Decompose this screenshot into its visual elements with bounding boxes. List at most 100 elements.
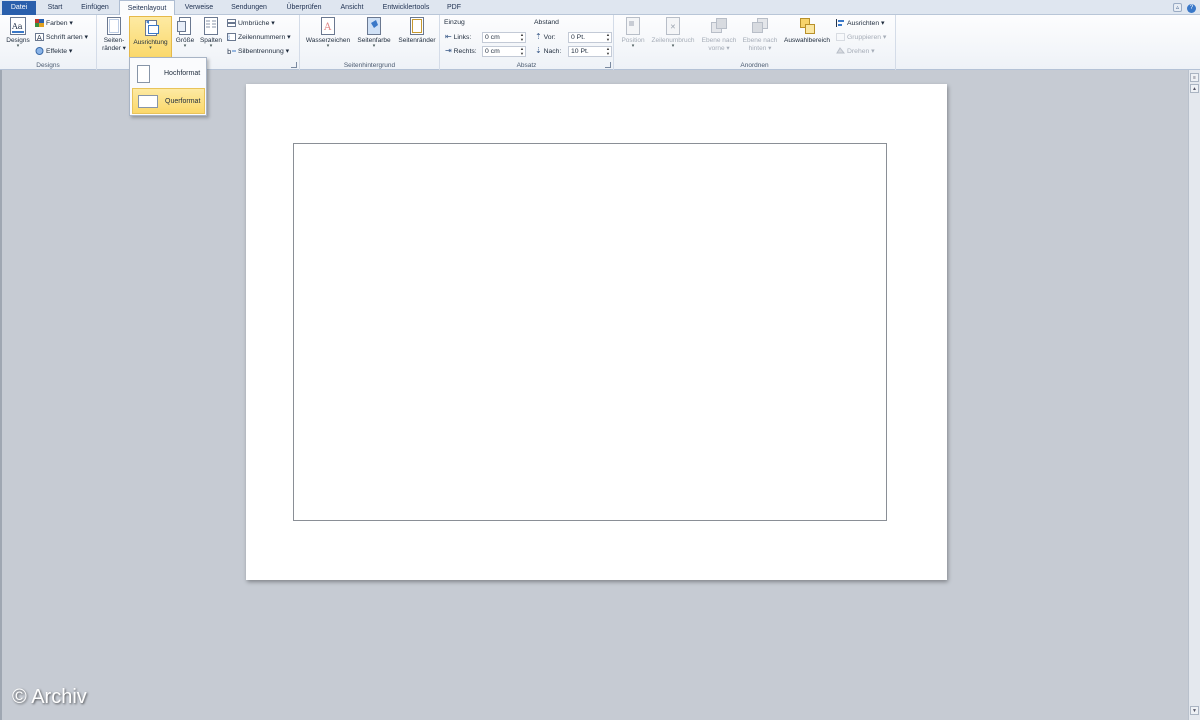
drehen-button[interactable]: Drehen ▾ (836, 46, 875, 57)
auswahlbereich-label: Auswahlbereich (784, 37, 830, 44)
seitenraender-button[interactable]: Seiten- ränder ▾ (101, 17, 127, 52)
groesse-button[interactable]: Größe ▾ (174, 17, 196, 49)
chevron-down-icon: ▾ (183, 43, 187, 49)
text-area-boundary[interactable] (293, 143, 887, 521)
menu-item-querformat[interactable]: Querformat (132, 88, 205, 114)
position-button[interactable]: Position ▾ (618, 17, 648, 49)
spalten-button[interactable]: Spalten ▾ (198, 17, 224, 49)
spinner-icon[interactable]: ▲ ▼ (606, 32, 610, 42)
send-backward-icon (752, 18, 768, 33)
seitenfarbe-button[interactable]: Seitenfarbe ▾ (354, 17, 394, 49)
zeilennummern-label: Zeilennummern (238, 34, 286, 41)
tab-verweise[interactable]: Verweise (178, 1, 220, 15)
vertical-scrollbar[interactable]: ≡ ▲ ▼ (1188, 70, 1200, 720)
umbrueche-button[interactable]: Umbrüche ▾ (227, 18, 275, 29)
chevron-down-icon: ▾ (671, 43, 675, 49)
ebene-vorne-button[interactable]: Ebene nach vorne ▾ (699, 17, 739, 52)
ausrichten-label: Ausrichten (847, 20, 880, 27)
line-numbers-icon: 12 (227, 33, 236, 42)
dialog-launcher-icon[interactable] (605, 62, 611, 68)
vor-input[interactable]: 0 Pt. ▲ ▼ (568, 32, 612, 43)
wasserzeichen-button[interactable]: A Wasserzeichen ▾ (304, 17, 352, 49)
help-icon[interactable]: ? (1187, 4, 1196, 13)
group-anordnen: Position ▾ ✕ Zeilenumbruch ▾ Ebene nach … (614, 15, 896, 70)
page-borders-icon (410, 17, 424, 35)
hyphenation-icon: b (227, 48, 236, 55)
links-value: 0 cm (485, 34, 500, 41)
dialog-launcher-icon[interactable] (291, 62, 297, 68)
silbentrennung-button[interactable]: b Silbentrennung ▾ (227, 46, 289, 57)
vor-value: 0 Pt. (571, 34, 585, 41)
seitenraender-rahmen-label: Seitenränder (398, 37, 436, 44)
fonts-icon: A (35, 33, 44, 42)
ausrichtung-button[interactable]: Ausrichtung ▾ (129, 16, 172, 59)
tab-start[interactable]: Start (38, 1, 72, 15)
rechts-icon: ⇥ (445, 46, 452, 55)
einzug-links: ⇤ Links: 0 cm ▲ ▼ (445, 32, 527, 43)
rechts-value: 0 cm (485, 48, 500, 55)
tab-pdf[interactable]: PDF (442, 1, 466, 15)
chevron-down-icon: ▾ (372, 43, 376, 49)
menu-item-hochformat[interactable]: Hochformat (132, 61, 205, 87)
position-icon (626, 17, 640, 35)
schriftarten-label: Schrift arten (46, 34, 83, 41)
effekte-button[interactable]: Effekte ▾ (35, 46, 72, 57)
auswahlbereich-button[interactable]: Auswahlbereich (781, 17, 833, 44)
group-label-seite-einrichten: ten (197, 62, 299, 69)
scroll-up-icon[interactable]: ▲ (1190, 84, 1199, 93)
orientation-dropdown: Hochformat Querformat (129, 57, 207, 116)
ausrichten-button[interactable]: Ausrichten ▾ (836, 18, 884, 29)
ebene-vorne-label-1: Ebene nach (701, 37, 737, 44)
chevron-down-icon: ▾ (209, 43, 213, 49)
size-icon (177, 17, 191, 35)
spinner-icon[interactable]: ▲ ▼ (520, 32, 524, 42)
group-icon (836, 33, 845, 42)
tab-seitenlayout[interactable]: Seitenlayout (119, 0, 175, 15)
svg-text:A: A (37, 34, 42, 41)
group-absatz: Einzug ⇤ Links: 0 cm ▲ ▼ ⇥ Rechts: 0 cm ▲… (440, 15, 614, 70)
tab-datei[interactable]: Datei (2, 1, 36, 15)
silbentrennung-label: Silbentrennung (238, 48, 284, 55)
scroll-down-icon[interactable]: ▼ (1190, 706, 1199, 715)
seitenraender-label-2: ränder (102, 45, 121, 52)
farben-button[interactable]: Farben ▾ (35, 18, 73, 29)
tab-sendungen[interactable]: Sendungen (224, 1, 274, 15)
ebene-hinten-label-1: Ebene nach (742, 37, 778, 44)
group-label-seitenhintergrund: Seitenhintergrund (343, 62, 396, 69)
designs-button[interactable]: Aa Designs ▾ (4, 17, 32, 49)
minimize-ribbon-icon[interactable]: ▵ (1173, 3, 1183, 12)
tab-entwicklertools[interactable]: Entwicklertools (374, 1, 438, 15)
spinner-icon[interactable]: ▲ ▼ (606, 46, 610, 56)
farben-label: Farben (46, 20, 68, 27)
links-icon: ⇤ (445, 32, 452, 41)
links-input[interactable]: 0 cm ▲ ▼ (482, 32, 526, 43)
chevron-down-icon: ▾ (326, 43, 330, 49)
tab-ansicht[interactable]: Ansicht (334, 1, 370, 15)
hochformat-label: Hochformat (164, 70, 201, 77)
tab-ueberpruefen[interactable]: Überprüfen (278, 1, 330, 15)
umbrueche-label: Umbrüche (238, 20, 270, 27)
zeilennummern-button[interactable]: 1 2 Zeilennummern ▾ (227, 32, 291, 43)
seitenraender-rahmen-button[interactable]: Seitenränder (395, 17, 439, 44)
landscape-page-icon (138, 95, 158, 108)
nach-input[interactable]: 10 Pt. ▲ ▼ (568, 46, 612, 57)
abstand-nach: ⇣ Nach: 10 Pt. ▲ ▼ (535, 46, 612, 57)
designs-icon: Aa (10, 17, 26, 35)
tab-einfuegen[interactable]: Einfügen (74, 1, 116, 15)
ebene-hinten-label-2: hinten (748, 45, 767, 52)
document-page[interactable] (246, 84, 947, 580)
ribbon-tab-bar: Datei Start Einfügen Seitenlayout Verwei… (0, 0, 1200, 15)
effekte-label: Effekte (46, 48, 68, 55)
spinner-icon[interactable]: ▲ ▼ (520, 46, 524, 56)
links-label: Links: (453, 34, 472, 41)
columns-icon (204, 17, 218, 35)
ebene-hinten-button[interactable]: Ebene nach hinten ▾ (740, 17, 780, 52)
nach-value: 10 Pt. (571, 48, 589, 55)
ruler-toggle-icon[interactable]: ≡ (1190, 73, 1199, 82)
gruppieren-button[interactable]: Gruppieren ▾ (836, 32, 886, 43)
rechts-input[interactable]: 0 cm ▲ ▼ (482, 46, 526, 57)
chevron-down-icon: ▾ (631, 43, 635, 49)
schriftarten-button[interactable]: A Schrift arten ▾ (35, 32, 88, 43)
zeilenumbruch-button[interactable]: ✕ Zeilenumbruch ▾ (649, 17, 697, 49)
abstand-heading: Abstand (534, 19, 559, 26)
